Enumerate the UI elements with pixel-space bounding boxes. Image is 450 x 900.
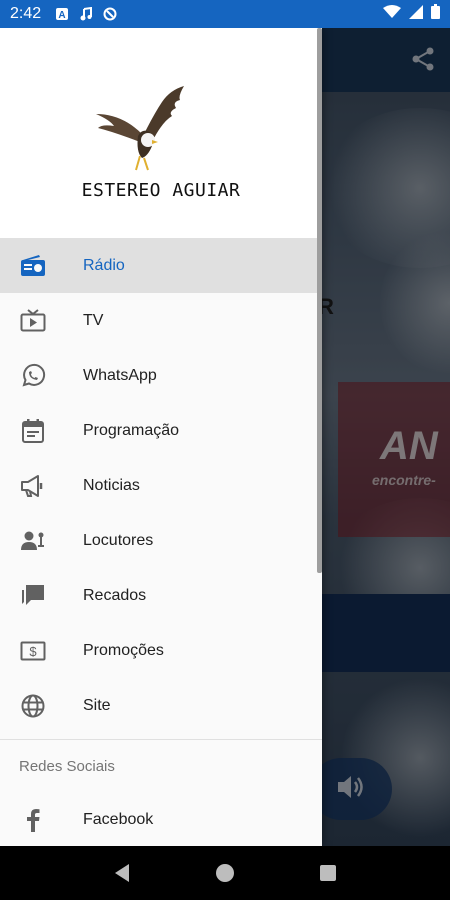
menu-item-label: TV — [83, 311, 104, 329]
menu-item-label: Noticias — [83, 476, 140, 494]
facebook-icon — [20, 807, 46, 833]
status-bar: 2:42 A — [0, 0, 450, 28]
drawer-menu: Rádio TV WhatsApp Programação Noticias L… — [0, 238, 322, 733]
menu-item-site[interactable]: Site — [0, 678, 322, 733]
radio-icon — [20, 253, 46, 279]
back-button[interactable] — [107, 858, 137, 888]
menu-item-label: Site — [83, 696, 111, 714]
music-note-icon — [79, 7, 93, 21]
status-time: 2:42 — [10, 5, 42, 22]
circle-at-icon — [103, 7, 117, 21]
menu-item-whatsapp[interactable]: WhatsApp — [0, 348, 322, 403]
eagle-logo-icon — [92, 84, 190, 172]
menu-item-label: Rádio — [83, 256, 125, 274]
menu-item-facebook[interactable]: Facebook — [0, 792, 322, 846]
menu-item-programacao[interactable]: Programação — [0, 403, 322, 458]
tv-icon — [20, 308, 46, 334]
menu-item-label: WhatsApp — [83, 366, 157, 384]
battery-icon — [431, 4, 440, 24]
logo-text: ESTEREO AGUIAR — [81, 180, 241, 201]
menu-item-tv[interactable]: TV — [0, 293, 322, 348]
a-app-icon: A — [55, 7, 69, 21]
drawer-scrollbar[interactable] — [317, 28, 322, 573]
social-menu: Facebook — [0, 792, 322, 846]
calendar-icon — [20, 418, 46, 444]
wifi-icon — [383, 4, 401, 24]
menu-item-label: Facebook — [83, 810, 154, 828]
home-button[interactable] — [210, 858, 240, 888]
menu-item-recados[interactable]: Recados — [0, 568, 322, 623]
megaphone-icon — [20, 473, 46, 499]
system-nav-bar — [0, 846, 450, 900]
person-mic-icon — [20, 528, 46, 554]
section-title-social: Redes Sociais — [19, 757, 115, 775]
svg-text:$: $ — [29, 644, 37, 659]
svg-text:A: A — [59, 10, 66, 21]
menu-item-label: Promoções — [83, 641, 164, 659]
globe-icon — [20, 693, 46, 719]
signal-icon — [409, 4, 423, 24]
drawer-header: ESTEREO AGUIAR — [0, 28, 322, 238]
chat-icon — [20, 583, 46, 609]
navigation-drawer: ESTEREO AGUIAR Rádio TV WhatsApp Program… — [0, 28, 322, 846]
menu-item-promocoes[interactable]: $ Promoções — [0, 623, 322, 678]
menu-item-label: Programação — [83, 421, 180, 439]
menu-item-locutores[interactable]: Locutores — [0, 513, 322, 568]
menu-item-noticias[interactable]: Noticias — [0, 458, 322, 513]
menu-item-label: Locutores — [83, 531, 154, 549]
recents-button[interactable] — [313, 858, 343, 888]
menu-item-label: Recados — [83, 586, 147, 604]
whatsapp-icon — [20, 363, 46, 389]
menu-item-radio[interactable]: Rádio — [0, 238, 322, 293]
dollar-icon: $ — [20, 638, 46, 664]
